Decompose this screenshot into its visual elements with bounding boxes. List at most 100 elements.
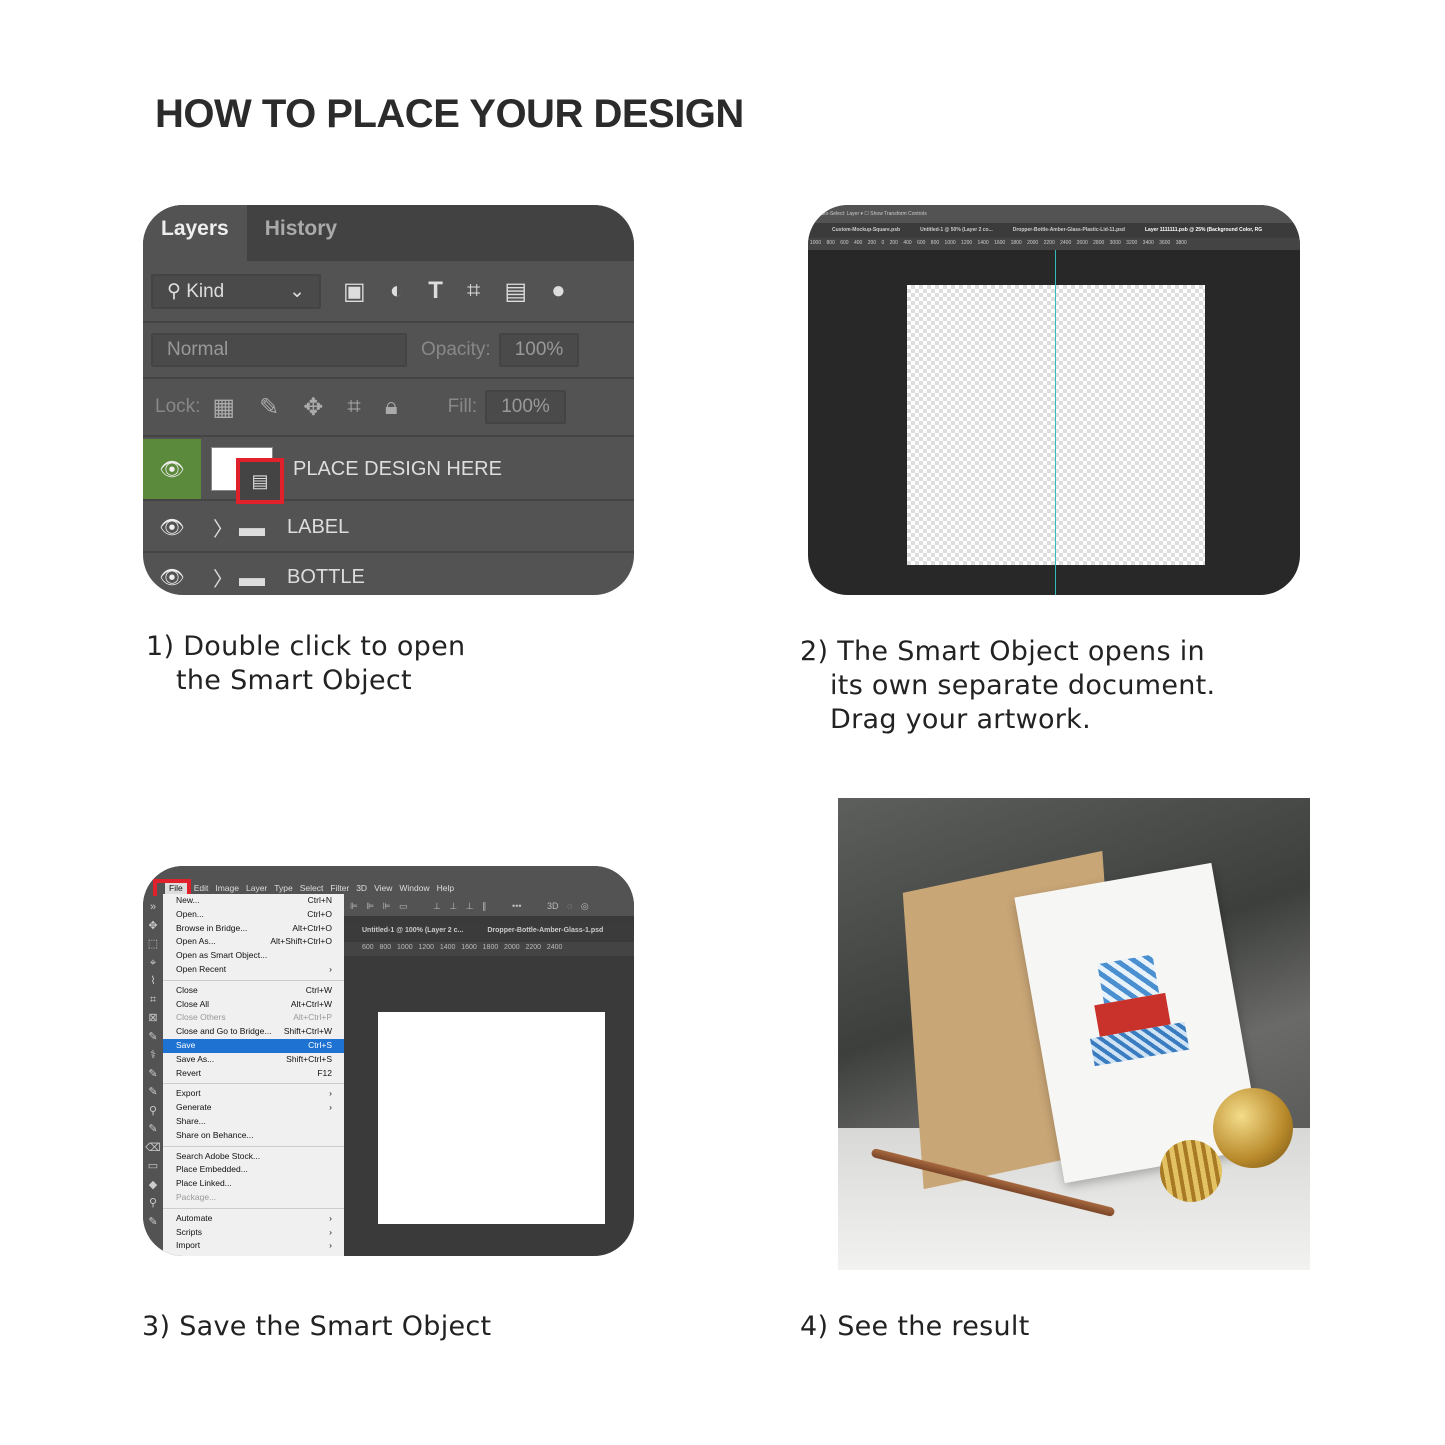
lock-all-icon[interactable]: 🔒︎ xyxy=(385,393,398,421)
menu-item[interactable]: Automate › xyxy=(163,1212,344,1226)
image-filter-icon[interactable]: ▣ xyxy=(343,277,366,306)
doc-tab[interactable]: Dropper-Bottle-Amber-Glass-1.psd xyxy=(487,927,603,940)
menu-item[interactable]: Place Linked... xyxy=(163,1177,344,1191)
visibility-eye-icon[interactable]: 👁︎ xyxy=(143,503,201,551)
ruler: 600 800 1000 1200 1400 1600 1800 2000 22… xyxy=(344,942,634,956)
adjustment-filter-icon[interactable]: ◐ xyxy=(390,277,405,305)
menu-item[interactable]: Save Ctrl+S xyxy=(163,1038,344,1053)
blend-mode-select[interactable]: Normal xyxy=(151,333,407,367)
visibility-eye-icon[interactable]: 👁︎ xyxy=(143,439,201,499)
menu-item-shortcut: › xyxy=(329,1240,332,1251)
lock-brush-icon[interactable]: ✎ xyxy=(259,393,279,422)
menu-item[interactable]: Place Embedded... xyxy=(163,1163,344,1177)
result-photo xyxy=(838,798,1310,1270)
menu-item[interactable]: Import › xyxy=(163,1239,344,1253)
step1-caption: 1) Double click to open the Smart Object xyxy=(146,630,465,698)
white-canvas[interactable] xyxy=(378,1012,605,1224)
doc-tab[interactable]: Dropper-Bottle-Amber-Glass-Plastic-Lid-1… xyxy=(1013,227,1125,238)
layer-row-label[interactable]: 👁︎ 〉 ▬ LABEL xyxy=(143,503,634,553)
layer-name: LABEL xyxy=(287,515,350,538)
chevron-right-icon[interactable]: 〉 xyxy=(213,513,233,542)
menu-item-label: Close xyxy=(176,984,198,995)
lock-transparency-icon[interactable]: ▦ xyxy=(212,393,235,422)
caption-line: 1) Double click to open xyxy=(146,631,466,662)
visibility-eye-icon[interactable]: 👁︎ xyxy=(143,553,201,595)
menu-item-shortcut: › xyxy=(329,1088,332,1099)
layer-row-place-design[interactable]: 👁︎ ▤ PLACE DESIGN HERE xyxy=(143,439,634,504)
smart-object-icon[interactable]: ▤ xyxy=(236,458,284,504)
menu-item-shortcut: › xyxy=(329,1212,332,1223)
menu-item-shortcut: Alt+Ctrl+W xyxy=(290,998,332,1009)
layer-name: BOTTLE xyxy=(287,565,365,588)
options-bar: ⊫ ⊫ ⊫ ▭ ⊥ ⊥ ⊥ ∥ ••• 3D ◌ ◎ xyxy=(344,896,634,916)
transparent-canvas[interactable] xyxy=(907,285,1205,565)
search-icon: ⚲ xyxy=(167,280,181,302)
caption-line: its own separate document. xyxy=(830,670,1216,701)
menu-item-label: Search Adobe Stock... xyxy=(176,1150,261,1161)
menu-item-label: Share... xyxy=(176,1115,206,1126)
step3-caption: 3) Save the Smart Object xyxy=(142,1311,492,1342)
menu-item[interactable]: Package... xyxy=(163,1191,344,1205)
layer-row-bottle[interactable]: 👁︎ 〉 ▬ BOTTLE xyxy=(143,553,634,595)
menu-item-shortcut: › xyxy=(329,963,332,974)
menu-item[interactable]: Close Others Alt+Ctrl+P xyxy=(163,1011,344,1025)
menu-item[interactable]: Revert F12 xyxy=(163,1067,344,1081)
menu-item[interactable]: Open As... Alt+Shift+Ctrl+O xyxy=(163,935,344,949)
guide-line[interactable] xyxy=(1055,250,1056,595)
chevron-right-icon[interactable]: 〉 xyxy=(213,563,233,592)
menu-item-label: Open As... xyxy=(176,936,216,947)
type-filter-icon[interactable]: T xyxy=(428,277,443,305)
menu-view[interactable]: View xyxy=(374,883,392,896)
menu-item-shortcut: Alt+Ctrl+O xyxy=(292,922,332,933)
menu-item-label: Save xyxy=(176,1039,196,1050)
menu-item[interactable]: Scripts › xyxy=(163,1226,344,1240)
shape-filter-icon[interactable]: ⌗ xyxy=(467,277,481,305)
gold-ornament-ribbed xyxy=(1160,1140,1222,1202)
tab-history[interactable]: History xyxy=(247,205,355,261)
menu-item-label: New... xyxy=(176,895,200,905)
menu-item-label: Open Recent xyxy=(176,963,227,974)
menu-item[interactable]: Close and Go to Bridge... Shift+Ctrl+W xyxy=(163,1025,344,1039)
opacity-input[interactable]: 100% xyxy=(498,333,580,367)
menu-item-shortcut: Shift+Ctrl+W xyxy=(283,1026,332,1037)
lock-artboard-icon[interactable]: ⌗ xyxy=(347,393,361,421)
menu-item[interactable]: Browse in Bridge... Alt+Ctrl+O xyxy=(163,922,344,936)
menu-item[interactable]: New... Ctrl+N xyxy=(163,894,344,908)
menu-item-label: Place Linked... xyxy=(176,1178,232,1189)
menu-item[interactable]: Close Ctrl+W xyxy=(163,984,344,998)
menu-help[interactable]: Help xyxy=(437,883,454,896)
tab-layers[interactable]: Layers xyxy=(143,205,247,261)
menu-item[interactable]: Share on Behance... xyxy=(163,1129,344,1143)
menu-item[interactable]: Generate › xyxy=(163,1101,344,1115)
fill-input[interactable]: 100% xyxy=(485,390,566,424)
lock-move-icon[interactable]: ✥ xyxy=(303,393,323,422)
caption-line: 2) The Smart Object opens in xyxy=(800,636,1205,667)
menu-item[interactable]: Close All Alt+Ctrl+W xyxy=(163,998,344,1012)
menu-item-label: Import xyxy=(176,1240,201,1251)
menu-item[interactable]: Open as Smart Object... xyxy=(163,949,344,963)
menu-item-label: Close and Go to Bridge... xyxy=(176,1026,272,1037)
caption-line: the Smart Object xyxy=(176,665,412,696)
menu-item-label: Export xyxy=(176,1088,201,1099)
menu-3d[interactable]: 3D xyxy=(356,883,367,896)
options-bar: Auto-Select: Layer ▾ ☐ Show Transform Co… xyxy=(808,205,1300,223)
doc-tab[interactable]: Untitled-1 @ 100% (Layer 2 c... xyxy=(362,927,463,940)
menu-item[interactable]: Search Adobe Stock... xyxy=(163,1150,344,1164)
doc-tab[interactable]: Untitled-1 @ 50% (Layer 2 co... xyxy=(920,227,993,238)
menu-item[interactable]: Export › xyxy=(163,1087,344,1101)
smart-object-filter-icon[interactable]: ▤ xyxy=(504,277,527,306)
doc-tab[interactable]: Custom-Mockup-Square.psb xyxy=(832,227,900,238)
menu-item[interactable]: Open Recent › xyxy=(163,963,344,977)
kind-filter-select[interactable]: ⚲ Kind ⌄ xyxy=(151,273,321,309)
menu-window[interactable]: Window xyxy=(399,883,429,896)
menu-item-shortcut: Shift+Ctrl+S xyxy=(286,1053,332,1064)
filter-toggle-icon[interactable]: ● xyxy=(551,277,566,305)
menu-item[interactable]: Share... xyxy=(163,1115,344,1129)
doc-tab-active[interactable]: Layer 1111111.psb @ 25% (Background Colo… xyxy=(1145,227,1262,238)
menu-item-label: Scripts xyxy=(176,1226,202,1237)
layer-thumbnail[interactable]: ▤ xyxy=(211,447,284,504)
menu-separator xyxy=(163,1207,344,1209)
menu-item[interactable]: Open... Ctrl+O xyxy=(163,908,344,922)
file-menu-screenshot: File Edit Image Layer Type Select Filter 3D View… xyxy=(143,866,634,1256)
menu-item[interactable]: Save As... Shift+Ctrl+S xyxy=(163,1053,344,1067)
